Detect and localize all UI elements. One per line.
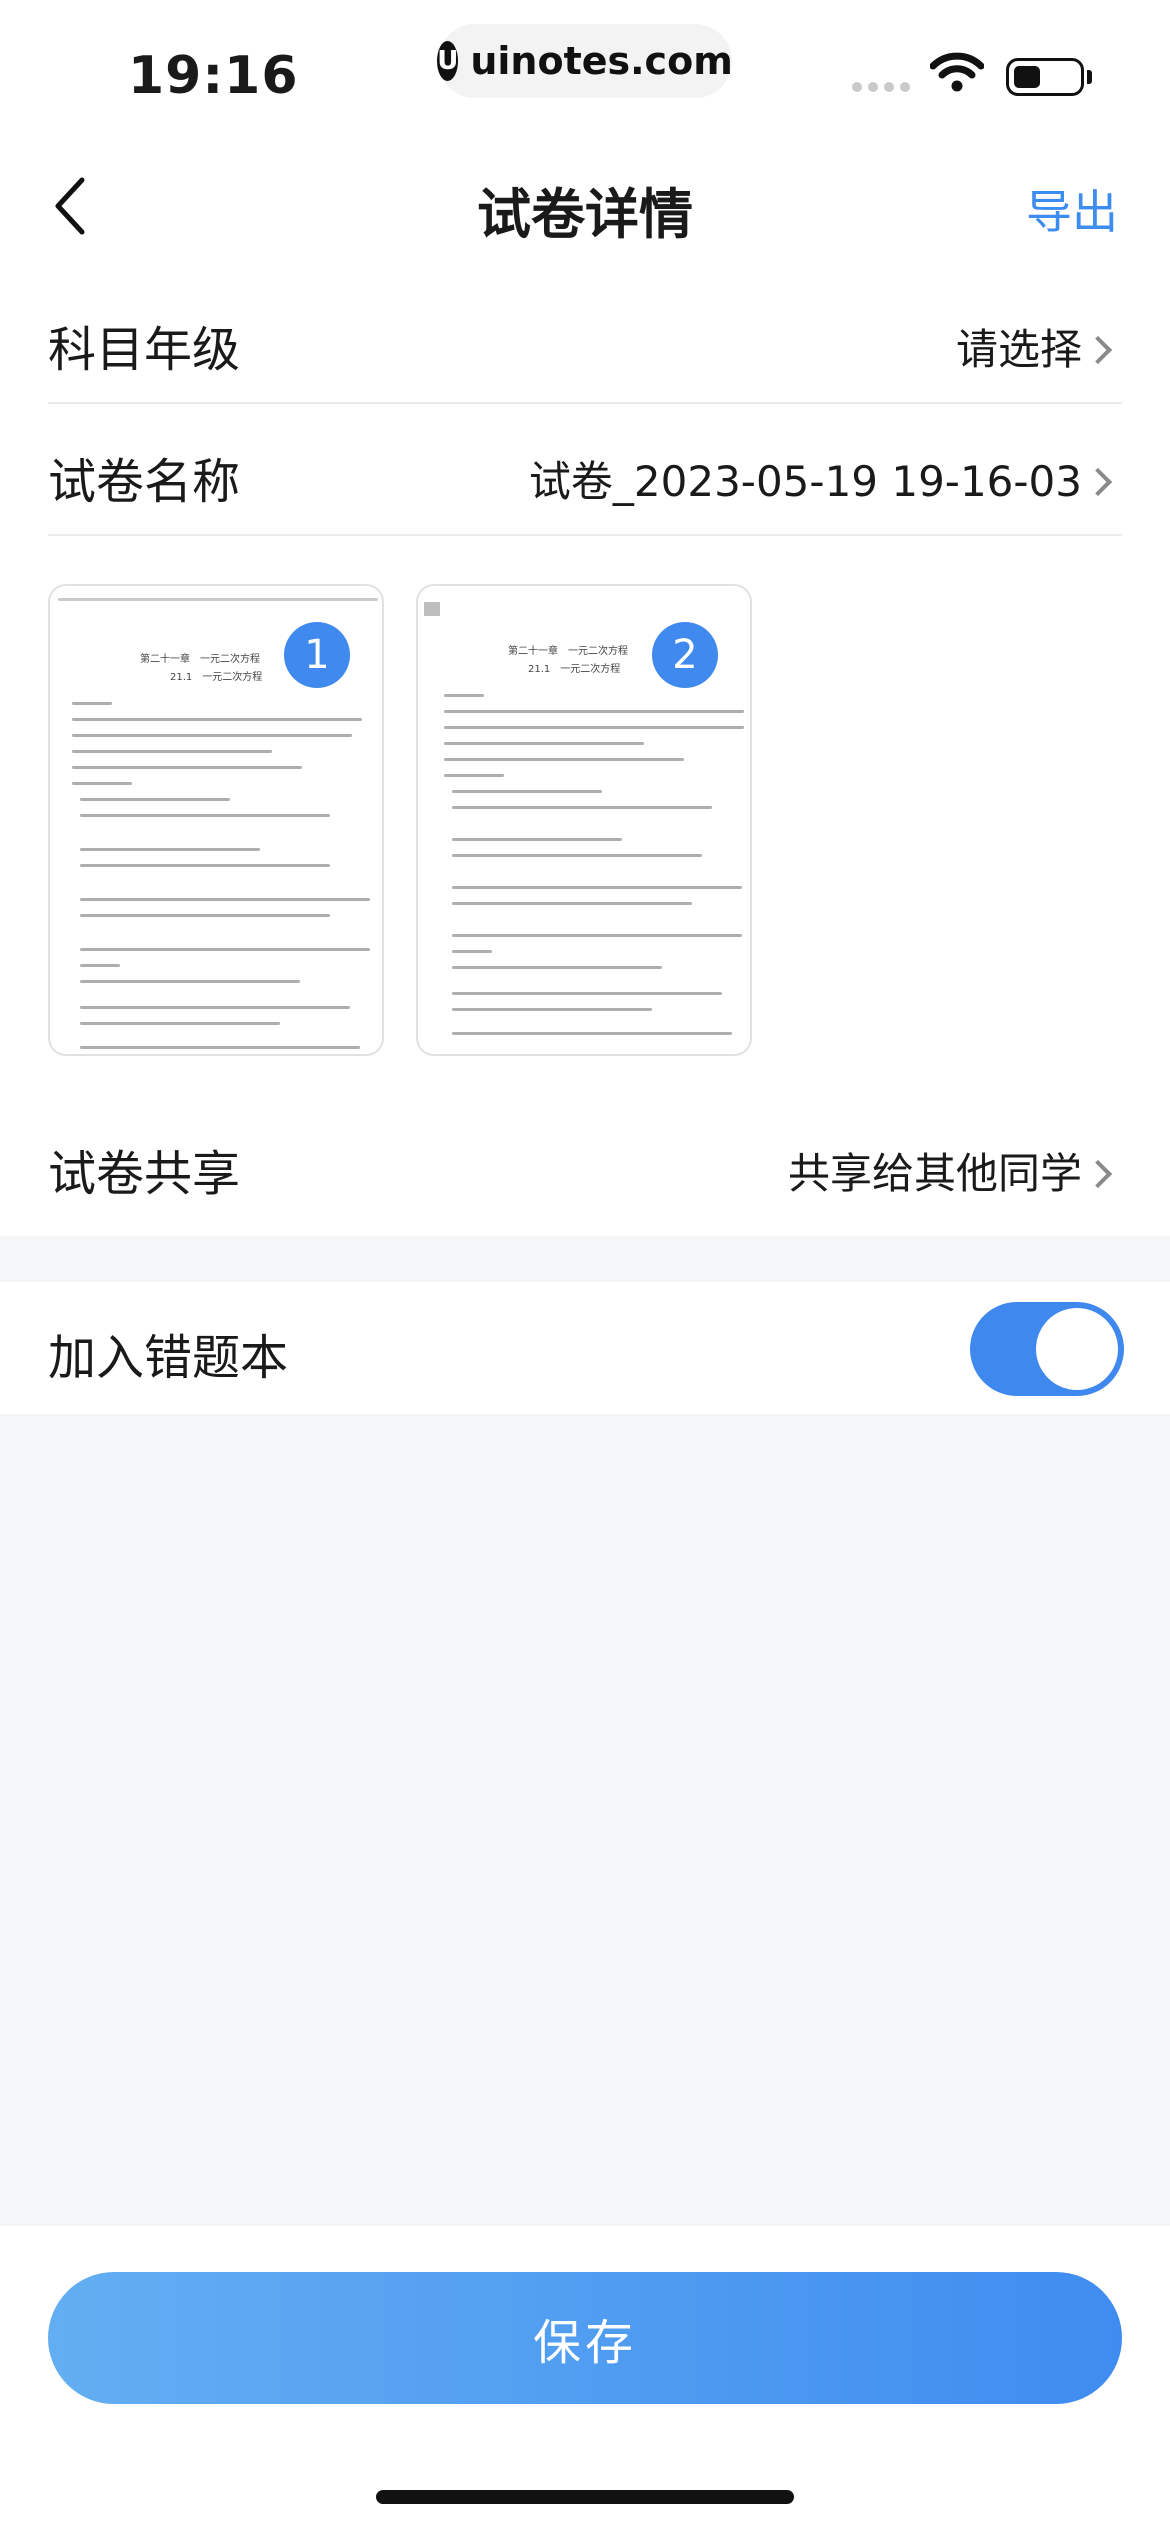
section-gap bbox=[0, 1236, 1170, 1282]
cellular-signal-icon bbox=[852, 82, 910, 92]
status-time: 19:16 bbox=[128, 46, 299, 106]
subject-grade-label: 科目年级 bbox=[48, 322, 241, 378]
thumb-section: 21.1 一元二次方程 bbox=[170, 672, 263, 683]
content-background bbox=[0, 1414, 1170, 2226]
chevron-right-icon bbox=[1083, 335, 1113, 365]
toggle-knob bbox=[1036, 1308, 1118, 1390]
paper-share-value: 共享给其他同学 bbox=[787, 1149, 1082, 1198]
site-logo-icon: U bbox=[437, 41, 459, 81]
chevron-right-icon bbox=[1083, 1159, 1113, 1189]
paper-page-thumbnail[interactable]: 第二十一章 一元二次方程 21.1 一元二次方程 2 bbox=[416, 584, 752, 1056]
subject-grade-value: 请选择 bbox=[955, 325, 1082, 374]
page-title: 试卷详情 bbox=[477, 183, 693, 246]
url-text: uinotes.com bbox=[470, 39, 733, 83]
paper-name-label: 试卷名称 bbox=[48, 454, 241, 510]
save-button[interactable]: 保存 bbox=[48, 2272, 1122, 2404]
chevron-right-icon bbox=[1083, 467, 1113, 497]
battery-icon bbox=[1006, 58, 1084, 96]
thumb-section: 21.1 一元二次方程 bbox=[528, 664, 621, 675]
home-indicator bbox=[376, 2490, 794, 2504]
paper-page-thumbnail[interactable]: 第二十一章 一元二次方程 21.1 一元二次方程 1 bbox=[48, 584, 384, 1056]
thumb-header: 第二十一章 一元二次方程 bbox=[140, 654, 260, 665]
thumb-header: 第二十一章 一元二次方程 bbox=[508, 646, 628, 657]
subject-grade-row[interactable]: 科目年级 请选择 bbox=[0, 300, 1170, 400]
wifi-icon bbox=[929, 52, 985, 96]
page-number-badge: 2 bbox=[652, 622, 718, 688]
paper-name-row[interactable]: 试卷名称 试卷_2023-05-19 19-16-03 bbox=[0, 432, 1170, 532]
paper-share-label: 试卷共享 bbox=[48, 1146, 241, 1202]
paper-name-value: 试卷_2023-05-19 19-16-03 bbox=[528, 457, 1082, 506]
export-button[interactable]: 导出 bbox=[1026, 176, 1118, 242]
url-pill[interactable]: U uinotes.com bbox=[437, 24, 733, 98]
wrong-book-label: 加入错题本 bbox=[48, 1330, 289, 1386]
divider bbox=[48, 534, 1122, 536]
battery-tip bbox=[1087, 70, 1092, 84]
divider bbox=[48, 402, 1122, 404]
wrong-book-toggle[interactable] bbox=[970, 1302, 1124, 1396]
page-number-badge: 1 bbox=[284, 622, 350, 688]
paper-share-row[interactable]: 试卷共享 共享给其他同学 bbox=[0, 1122, 1170, 1222]
